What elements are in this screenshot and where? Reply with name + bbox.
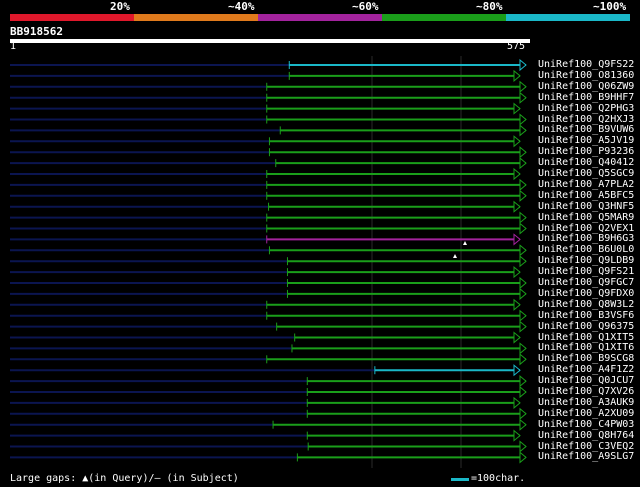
hit-label[interactable]: UniRef100_Q8H764 bbox=[538, 430, 634, 441]
arrow-right-icon bbox=[519, 189, 527, 202]
hit-label[interactable]: UniRef100_Q40412 bbox=[538, 157, 634, 168]
scale-legend-bar bbox=[451, 478, 469, 481]
hit-label[interactable]: UniRef100_Q96375 bbox=[538, 321, 634, 332]
arrow-right-icon bbox=[519, 80, 527, 93]
hit-label[interactable]: UniRef100_A2XU09 bbox=[538, 408, 634, 419]
arrow-right-icon bbox=[513, 102, 521, 115]
arrow-right-icon bbox=[513, 135, 521, 148]
hit-label[interactable]: UniRef100_A5JV19 bbox=[538, 135, 634, 146]
arrow-right-icon bbox=[519, 276, 527, 290]
hit-label[interactable]: UniRef100_Q5MAR9 bbox=[538, 212, 634, 223]
arrow-right-icon bbox=[519, 451, 527, 464]
arrow-right-icon bbox=[519, 124, 527, 137]
hit-label[interactable]: UniRef100_Q06ZW9 bbox=[538, 81, 634, 92]
arrow-right-icon bbox=[519, 342, 527, 355]
hit-label[interactable]: UniRef100_Q7XV26 bbox=[538, 386, 634, 397]
arrow-right-icon bbox=[519, 407, 527, 420]
arrow-right-icon bbox=[519, 440, 527, 453]
arrow-right-icon bbox=[519, 353, 527, 366]
hit-label[interactable]: UniRef100_Q2PHG3 bbox=[538, 103, 634, 114]
hit-label[interactable]: UniRef100_C3VEQ2 bbox=[538, 441, 634, 452]
hit-label[interactable]: UniRef100_O81360 bbox=[538, 70, 634, 81]
arrow-right-icon bbox=[513, 331, 521, 344]
hit-label[interactable]: UniRef100_B6U0L0 bbox=[538, 244, 634, 255]
arrow-right-icon bbox=[519, 178, 527, 191]
hit-label[interactable]: UniRef100_B9VUW6 bbox=[538, 124, 634, 135]
arrow-right-icon bbox=[519, 211, 527, 224]
hit-label[interactable]: UniRef100_Q2VEX1 bbox=[538, 223, 634, 234]
arrow-right-icon bbox=[513, 266, 521, 279]
hit-label[interactable]: UniRef100_Q9LDB9 bbox=[538, 255, 634, 266]
arrow-right-icon bbox=[519, 375, 527, 388]
query-gap-marker-icon bbox=[453, 254, 457, 258]
hit-label[interactable]: UniRef100_Q9FDX0 bbox=[538, 288, 634, 299]
arrow-right-icon bbox=[519, 146, 527, 159]
hit-label[interactable]: UniRef100_Q2HXJ3 bbox=[538, 114, 634, 125]
arrow-right-icon bbox=[519, 287, 527, 300]
blast-overview-panel: 20% ~40% ~60% ~80% ~100% BB918562 1 575 … bbox=[0, 0, 640, 487]
arrow-right-icon bbox=[513, 396, 521, 409]
arrow-right-icon bbox=[519, 113, 527, 126]
hit-label[interactable]: UniRef100_Q1XIT5 bbox=[538, 332, 634, 343]
hit-label[interactable]: UniRef100_C4PW03 bbox=[538, 419, 634, 430]
hit-label[interactable]: UniRef100_B3VSF6 bbox=[538, 310, 634, 321]
arrow-right-icon bbox=[519, 222, 527, 235]
arrow-right-icon bbox=[513, 69, 521, 82]
hit-label[interactable]: UniRef100_Q0JCU7 bbox=[538, 375, 634, 386]
hit-label[interactable]: UniRef100_A7PLA2 bbox=[538, 179, 634, 190]
hit-label[interactable]: UniRef100_A9SLG7 bbox=[538, 451, 634, 462]
hit-label[interactable]: UniRef100_Q1XIT6 bbox=[538, 342, 634, 353]
hit-label[interactable]: UniRef100_Q5SGC9 bbox=[538, 168, 634, 179]
arrow-right-icon bbox=[519, 309, 527, 322]
query-gap-marker-icon bbox=[463, 241, 467, 245]
hit-label[interactable]: UniRef100_Q8W3L2 bbox=[538, 299, 634, 310]
hit-label[interactable]: UniRef100_B9SCG8 bbox=[538, 353, 634, 364]
large-gaps-legend: Large gaps: ▲(in Query)/– (in Subject) bbox=[10, 473, 239, 484]
arrow-right-icon bbox=[519, 320, 527, 333]
hit-label[interactable]: UniRef100_A4F1Z2 bbox=[538, 364, 634, 375]
arrow-right-icon bbox=[513, 167, 521, 181]
arrow-right-icon bbox=[519, 91, 527, 104]
hit-label[interactable]: UniRef100_B9HHF7 bbox=[538, 92, 634, 103]
scale-legend-text: =100char. bbox=[471, 473, 526, 484]
arrow-right-icon bbox=[513, 200, 521, 213]
arrow-right-icon bbox=[513, 429, 521, 442]
hit-label[interactable]: UniRef100_Q3HNF5 bbox=[538, 201, 634, 212]
hit-label[interactable]: UniRef100_Q9FGC7 bbox=[538, 277, 634, 288]
hit-label[interactable]: UniRef100_P93236 bbox=[538, 146, 634, 157]
arrow-right-icon bbox=[513, 233, 521, 246]
arrow-right-icon bbox=[519, 244, 527, 257]
hit-label[interactable]: UniRef100_A3AUK9 bbox=[538, 397, 634, 408]
arrow-right-icon bbox=[513, 298, 521, 311]
hit-label[interactable]: UniRef100_Q9FS22 bbox=[538, 59, 634, 70]
arrow-right-icon bbox=[519, 418, 527, 431]
arrow-right-icon bbox=[519, 157, 527, 170]
arrow-right-icon bbox=[519, 255, 527, 268]
hit-label[interactable]: UniRef100_A5BFC5 bbox=[538, 190, 634, 201]
arrow-right-icon bbox=[519, 58, 527, 72]
hit-label[interactable]: UniRef100_B9H6G3 bbox=[538, 233, 634, 244]
hit-label[interactable]: UniRef100_Q9FS21 bbox=[538, 266, 634, 277]
arrow-right-icon bbox=[519, 385, 527, 399]
arrow-right-icon bbox=[513, 364, 521, 377]
